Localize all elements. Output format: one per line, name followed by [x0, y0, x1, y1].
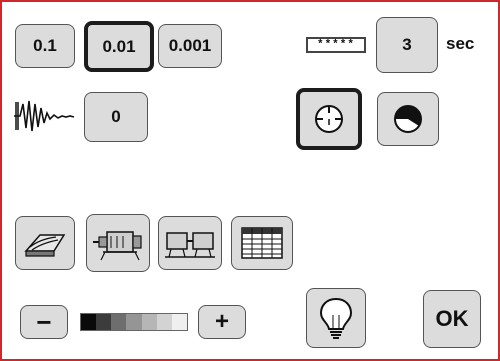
- timer-icon: [315, 105, 343, 133]
- ok-label: OK: [435, 306, 469, 331]
- ok-button[interactable]: OK: [423, 290, 481, 348]
- brightness-minus-button[interactable]: −: [20, 305, 68, 339]
- brightness-level-1: [81, 314, 97, 330]
- light-button[interactable]: [306, 288, 366, 348]
- resolution-0-001-button[interactable]: 0.001: [158, 24, 222, 68]
- dual-unit-icon: [165, 232, 215, 258]
- brightness-plus-button[interactable]: +: [198, 305, 246, 339]
- minus-icon: −: [36, 306, 52, 337]
- resolution-0-001-label: 0.001: [168, 36, 212, 55]
- plus-icon: +: [214, 308, 229, 335]
- table-button[interactable]: [231, 216, 293, 270]
- brightness-level-4: [126, 314, 142, 330]
- brightness-level-6: [156, 314, 172, 330]
- vibration-value-label: 0: [111, 107, 121, 126]
- pie-chart-icon: [394, 105, 422, 133]
- dual-unit-button[interactable]: [158, 216, 222, 270]
- brightness-level-3: [111, 314, 127, 330]
- brightness-scale: [80, 313, 188, 331]
- cutting-tool-button[interactable]: [15, 216, 75, 270]
- brightness-level-2: [96, 314, 112, 330]
- timer-mode-button[interactable]: [296, 88, 362, 150]
- time-unit-label: sec: [446, 34, 475, 53]
- time-value-label: 3: [402, 35, 412, 54]
- resolution-0-1-button[interactable]: 0.1: [15, 24, 75, 68]
- resolution-0-01-label: 0.01: [102, 36, 136, 56]
- brightness-level-7: [171, 314, 187, 330]
- pie-mode-button[interactable]: [377, 92, 439, 146]
- resolution-0-1-label: 0.1: [33, 36, 57, 55]
- resolution-0-01-button[interactable]: 0.01: [84, 21, 154, 72]
- password-field[interactable]: *****: [306, 37, 366, 53]
- brightness-level-5: [141, 314, 157, 330]
- cutting-tool-icon: [24, 234, 66, 257]
- time-value-button[interactable]: 3: [376, 17, 438, 73]
- vibration-value-button[interactable]: 0: [84, 92, 148, 142]
- light-bulb-icon: [319, 297, 353, 339]
- motor-icon: [93, 231, 142, 261]
- motor-button[interactable]: [86, 214, 150, 272]
- spreadsheet-icon: [241, 227, 283, 259]
- vibration-icon: [14, 100, 75, 132]
